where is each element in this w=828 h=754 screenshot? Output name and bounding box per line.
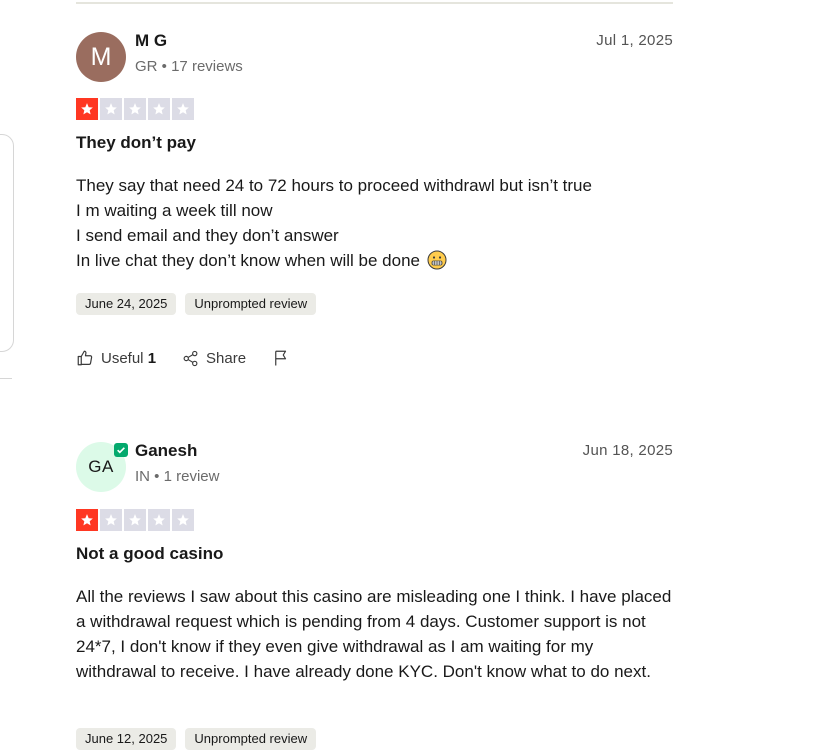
review-date: Jun 18, 2025: [582, 442, 673, 459]
review-actions: Useful 1 Share: [76, 349, 316, 367]
side-divider: [0, 378, 12, 379]
star-rating: [76, 98, 194, 120]
experience-date-tag: June 24, 2025: [76, 293, 177, 315]
report-button[interactable]: [272, 349, 290, 367]
review-body: They say that need 24 to 72 hours to pro…: [76, 173, 673, 273]
review-body-line: I m waiting a week till now: [76, 201, 273, 220]
reviewer-name[interactable]: M G: [135, 31, 167, 51]
avatar[interactable]: M: [76, 32, 126, 82]
star-icon: [76, 509, 98, 531]
star-icon: [100, 98, 122, 120]
reviewer-review-count: 1 review: [163, 468, 220, 485]
review-body-line-text: In live chat they don’t know when will b…: [76, 251, 420, 270]
top-divider: [76, 2, 673, 4]
avatar[interactable]: GA: [76, 442, 128, 492]
grimacing-face-icon: [427, 250, 447, 270]
thumbs-up-icon: [77, 350, 93, 366]
side-panel: [0, 134, 14, 352]
useful-button[interactable]: Useful 1: [76, 349, 156, 367]
review-type-tag[interactable]: Unprompted review: [185, 728, 317, 750]
star-icon: [124, 98, 146, 120]
useful-label: Useful: [101, 349, 144, 367]
reviewer-country: IN: [135, 468, 150, 485]
verified-check-icon: [114, 443, 128, 457]
share-label: Share: [206, 349, 247, 367]
avatar-initials: M: [90, 42, 112, 71]
review-body: All the reviews I saw about this casino …: [76, 587, 672, 681]
reviewer-review-count: 17 reviews: [171, 58, 243, 75]
review-body-line-last: In live chat they don’t know when will b…: [76, 248, 673, 273]
share-icon: [183, 350, 198, 366]
review-type-tag[interactable]: Unprompted review: [185, 293, 317, 315]
avatar-initials: GA: [88, 457, 114, 476]
reviewer-name[interactable]: Ganesh: [135, 441, 197, 461]
review-title[interactable]: Not a good casino: [76, 544, 223, 564]
reviewer-country: GR: [135, 58, 158, 75]
share-button[interactable]: Share: [182, 350, 246, 367]
useful-count: 1: [147, 349, 157, 367]
star-icon: [76, 98, 98, 120]
experience-date-tag: June 12, 2025: [76, 728, 177, 750]
star-rating: [76, 509, 194, 531]
review-body-line: They say that need 24 to 72 hours to pro…: [76, 176, 592, 195]
review-tags: June 12, 2025 Unprompted review: [76, 728, 317, 750]
reviewer-meta: IN • 1 review: [135, 468, 220, 485]
review-tags: June 24, 2025 Unprompted review: [76, 293, 317, 315]
reviewer-meta: GR • 17 reviews: [135, 58, 243, 75]
star-icon: [124, 509, 146, 531]
star-icon: [100, 509, 122, 531]
star-icon: [148, 509, 170, 531]
flag-icon: [275, 350, 287, 366]
review-body-line: I send email and they don’t answer: [76, 226, 339, 245]
star-icon: [172, 509, 194, 531]
star-icon: [172, 98, 194, 120]
star-icon: [148, 98, 170, 120]
review-date: Jul 1, 2025: [596, 32, 673, 49]
review-title[interactable]: They don’t pay: [76, 133, 196, 153]
